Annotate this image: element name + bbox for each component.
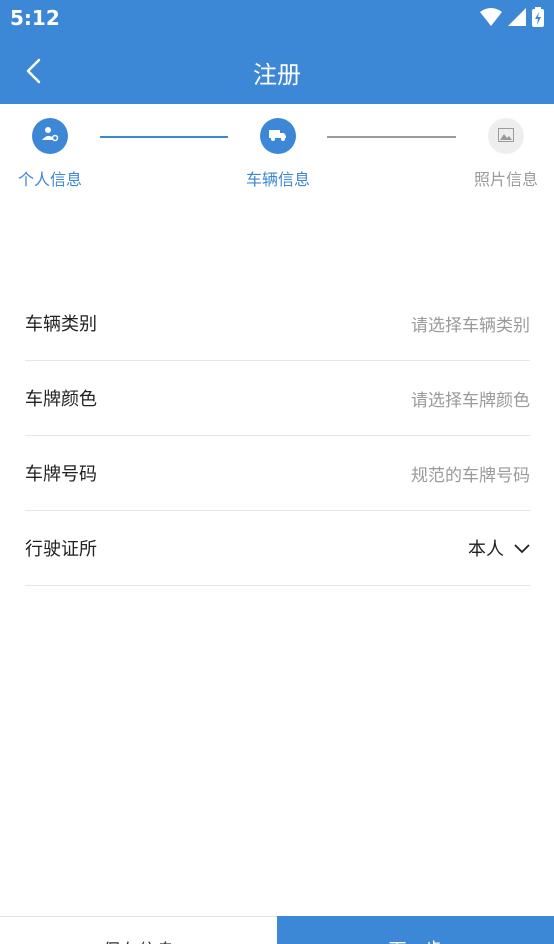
battery-icon bbox=[532, 7, 544, 31]
status-bar: 5:12 bbox=[0, 0, 554, 38]
selected-value: 本人 bbox=[468, 539, 504, 560]
row-label: 车牌颜色 bbox=[25, 389, 97, 410]
step-personal-info[interactable]: 个人信息 bbox=[0, 118, 100, 190]
license-owner-dropdown[interactable]: 本人 bbox=[468, 535, 530, 561]
step-circle bbox=[32, 118, 68, 154]
person-icon bbox=[41, 125, 59, 147]
step-vehicle-info[interactable]: 车辆信息 bbox=[228, 118, 328, 190]
row-label: 车牌号码 bbox=[25, 464, 97, 485]
step-connector-done bbox=[100, 136, 228, 138]
plate-color-select[interactable]: 请选择车牌颜色 bbox=[411, 386, 530, 411]
step-label: 照片信息 bbox=[473, 170, 538, 189]
next-button[interactable]: 下一步 bbox=[277, 916, 554, 944]
save-button[interactable]: 保存信息 bbox=[0, 916, 277, 944]
page-title: 注册 bbox=[253, 61, 301, 89]
vehicle-form: 车辆类别 请选择车辆类别 车牌颜色 请选择车牌颜色 车牌号码 规范的车牌号码 行… bbox=[25, 286, 530, 586]
row-label: 行驶证所 bbox=[25, 539, 97, 560]
form-row-plate-color[interactable]: 车牌颜色 请选择车牌颜色 bbox=[25, 361, 530, 436]
row-label: 车辆类别 bbox=[25, 314, 97, 335]
plate-number-input[interactable]: 规范的车牌号码 bbox=[411, 461, 530, 486]
form-row-plate-number[interactable]: 车牌号码 规范的车牌号码 bbox=[25, 436, 530, 511]
step-circle bbox=[260, 118, 296, 154]
step-connector-pending bbox=[327, 136, 456, 138]
bottom-bar: 保存信息 下一步 bbox=[0, 916, 554, 944]
stepper: 个人信息 车辆信息 照片信息 bbox=[0, 104, 554, 204]
step-label: 个人信息 bbox=[17, 170, 82, 189]
form-row-license-owner[interactable]: 行驶证所 本人 bbox=[25, 511, 530, 586]
step-photo-info[interactable]: 照片信息 bbox=[456, 118, 554, 190]
chevron-down-icon bbox=[514, 539, 530, 558]
vehicle-type-select[interactable]: 请选择车辆类别 bbox=[411, 311, 530, 336]
step-label: 车辆信息 bbox=[245, 170, 310, 189]
image-icon bbox=[498, 127, 514, 146]
app-bar: 注册 bbox=[0, 38, 554, 104]
signal-icon bbox=[508, 8, 526, 30]
step-circle bbox=[488, 118, 524, 154]
wifi-icon bbox=[480, 8, 502, 30]
status-icons bbox=[480, 7, 544, 31]
form-row-vehicle-type[interactable]: 车辆类别 请选择车辆类别 bbox=[25, 286, 530, 361]
status-time: 5:12 bbox=[10, 6, 60, 30]
truck-icon bbox=[269, 127, 287, 146]
